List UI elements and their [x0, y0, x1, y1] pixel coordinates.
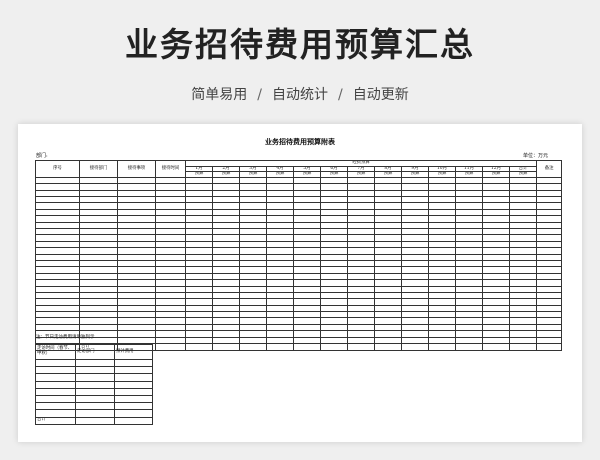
table-row	[35, 373, 153, 382]
table-cell[interactable]	[75, 416, 115, 425]
total-row: 合计	[35, 416, 153, 425]
table-cell[interactable]	[428, 343, 456, 352]
table-cell[interactable]	[35, 402, 76, 411]
table-cell[interactable]	[114, 366, 153, 375]
table-cell[interactable]	[185, 343, 213, 352]
table-row	[35, 366, 153, 375]
spreadsheet-preview: 业务招待费用预算附表 部门: 单位：万元 序号 接待部门 接待事项 接待时间 经…	[18, 124, 582, 442]
page-hero-subtitle: 简单易用 / 自动统计 / 自动更新	[0, 84, 600, 104]
table-cell[interactable]	[75, 380, 115, 389]
table-cell[interactable]	[347, 343, 375, 352]
table-cell[interactable]	[374, 343, 402, 352]
header-reception-time: 接待时间	[155, 160, 186, 178]
table-cell[interactable]	[239, 343, 267, 352]
table-cell[interactable]	[401, 343, 429, 352]
header-visit-dept: 走访部门	[75, 344, 115, 360]
table-cell[interactable]	[212, 343, 240, 352]
table-cell[interactable]	[114, 402, 153, 411]
subtitle-item-easy: 简单易用	[191, 87, 248, 103]
subtitle-separator: /	[338, 87, 343, 103]
subtitle-separator: /	[257, 87, 262, 103]
document-title: 业务招待费用预算附表	[265, 137, 335, 146]
table-row	[35, 402, 153, 411]
table-row	[35, 387, 153, 396]
table-cell[interactable]	[482, 343, 510, 352]
table-cell[interactable]	[75, 366, 115, 375]
table-row	[35, 394, 153, 404]
table-cell[interactable]	[114, 409, 153, 418]
table-cell[interactable]	[35, 394, 76, 404]
header-reception-dept: 接待部门	[79, 160, 118, 178]
note-text: 注：节日走访费用请单独列示	[36, 335, 95, 340]
table-cell[interactable]	[75, 402, 115, 411]
table-cell[interactable]	[114, 358, 153, 368]
header-visit-time: 走访时间（春节、中秋）	[35, 344, 76, 360]
table-cell[interactable]	[35, 358, 76, 368]
table-cell[interactable]	[75, 373, 115, 382]
table-cell[interactable]	[35, 373, 76, 382]
table-cell[interactable]	[266, 343, 294, 352]
table-row	[35, 380, 153, 389]
header-seq: 序号	[35, 160, 80, 178]
table-cell[interactable]	[75, 358, 115, 368]
subtitle-item-auto-update: 自动更新	[352, 87, 409, 103]
table-row	[35, 409, 153, 418]
visit-expense-table: 走访时间（春节、中秋） 走访部门 预计费用 合计	[35, 344, 153, 425]
header-remark: 备注	[536, 160, 563, 178]
table-cell[interactable]	[75, 387, 115, 396]
subtitle-item-auto-stats: 自动统计	[272, 87, 328, 103]
unit-label: 单位：万元	[522, 153, 548, 159]
table-cell[interactable]	[114, 387, 153, 396]
table-cell[interactable]	[35, 380, 76, 389]
table-cell[interactable]	[75, 409, 115, 418]
table-cell[interactable]	[508, 343, 538, 352]
table-cell[interactable]	[455, 343, 483, 352]
budget-table: 序号 接待部门 接待事项 接待时间 经费预算 备注 1月 2月 3月 4月 5月 6月 7月…	[35, 160, 563, 352]
table-cell[interactable]	[293, 343, 321, 352]
table-cell[interactable]	[155, 343, 186, 352]
table-cell[interactable]	[114, 416, 153, 425]
table-cell[interactable]	[75, 394, 115, 404]
total-label: 合计	[35, 416, 76, 425]
table-cell[interactable]	[536, 343, 563, 352]
table-cell[interactable]	[114, 373, 153, 382]
header-estimated-cost: 预计费用	[114, 344, 153, 360]
table-cell[interactable]	[320, 343, 348, 352]
table-cell[interactable]	[114, 394, 153, 404]
department-label: 部门:	[36, 153, 48, 159]
table-cell[interactable]	[35, 409, 76, 418]
header-reception-matter: 接待事项	[117, 160, 156, 178]
table-cell[interactable]	[35, 366, 76, 375]
table-row	[35, 358, 153, 368]
page-hero-title: 业务招待费用预算汇总	[125, 25, 475, 64]
table-cell[interactable]	[35, 387, 76, 396]
table-cell[interactable]	[114, 380, 153, 389]
